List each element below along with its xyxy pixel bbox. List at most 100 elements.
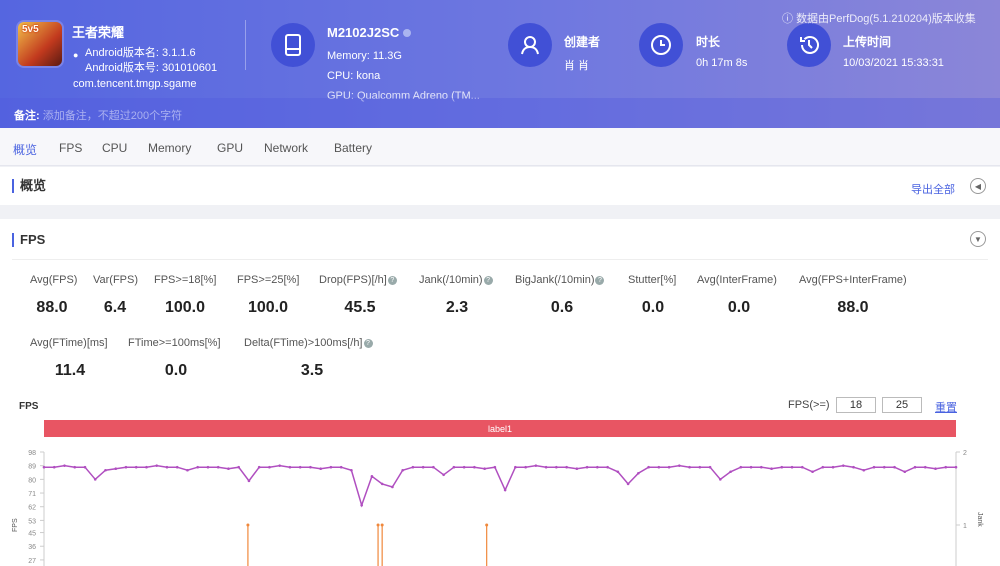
- fps-point: [719, 478, 722, 481]
- y-tick-label: 53: [28, 518, 36, 525]
- clock-icon: [639, 23, 683, 67]
- fps-point: [237, 465, 240, 469]
- creator-name: 肖 肖: [564, 60, 590, 72]
- fps-point: [63, 464, 66, 467]
- tab-cpu[interactable]: CPU: [102, 141, 127, 155]
- info-icon[interactable]: [402, 29, 411, 37]
- y-tick-label: 89: [28, 464, 36, 471]
- fps-point: [462, 465, 466, 469]
- fps-point: [124, 465, 128, 469]
- tab-memory[interactable]: Memory: [148, 141, 191, 155]
- metric-label: Stutter[%]: [628, 274, 677, 286]
- metric-value: 3.5: [300, 362, 324, 379]
- overview-panel: 概览 导出全部 ◀: [0, 167, 1000, 205]
- fps-point: [575, 467, 579, 471]
- fps-point: [288, 465, 292, 469]
- metric-label: Jank(/10min)?: [419, 274, 493, 286]
- jank-point: [485, 523, 489, 527]
- upload-time: 10/03/2021 15:33:31: [843, 57, 944, 69]
- fps-point: [206, 465, 210, 469]
- fps-point: [903, 470, 907, 474]
- metric-label: Drop(FPS)[/h]?: [319, 274, 397, 286]
- fps-point: [831, 465, 835, 469]
- metric-label: Avg(FTime)[ms]: [30, 337, 108, 349]
- fps-point: [637, 471, 640, 475]
- tab-fps[interactable]: FPS: [59, 141, 82, 155]
- fps-point: [688, 465, 691, 469]
- fps-point: [503, 488, 507, 492]
- metric-value: 11.4: [54, 362, 86, 379]
- metric-value: 0.0: [641, 299, 665, 316]
- fps-point: [841, 464, 845, 467]
- fps-point: [278, 464, 281, 467]
- fps-point: [852, 465, 855, 469]
- divider: [12, 259, 988, 260]
- fps-point: [534, 464, 538, 467]
- tab-battery[interactable]: Battery: [334, 141, 372, 155]
- threshold-18-input[interactable]: 18: [836, 397, 876, 413]
- metric-label: BigJank(/10min)?: [515, 274, 605, 286]
- app-icon: 5v5: [16, 20, 64, 68]
- threshold-label: FPS(>=): [788, 399, 830, 411]
- metric-value: 0.0: [727, 299, 751, 316]
- fps-point: [800, 465, 804, 469]
- metric-label: FPS>=25[%]: [237, 274, 300, 286]
- tab-network[interactable]: Network: [264, 141, 308, 155]
- fps-point: [145, 465, 148, 469]
- fps-point: [196, 465, 200, 469]
- threshold-25-input[interactable]: 25: [882, 397, 922, 413]
- package-name: com.tencent.tmgp.sgame: [73, 78, 197, 90]
- help-icon[interactable]: ?: [483, 275, 493, 285]
- fps-point: [524, 465, 527, 469]
- android-icon: ●: [73, 50, 79, 60]
- help-icon[interactable]: ?: [595, 275, 605, 285]
- fps-point: [93, 478, 97, 481]
- help-icon[interactable]: ?: [387, 275, 397, 285]
- fps-point: [698, 465, 702, 469]
- fps-point: [811, 470, 814, 474]
- fps-point: [452, 465, 456, 469]
- fps-point: [391, 485, 394, 489]
- fps-point: [893, 465, 896, 469]
- fps-point: [411, 465, 415, 469]
- fps-point: [339, 465, 343, 469]
- fps-chart: label1 98 89 80 71 62 53 45 36 27 2 1 FPS Jank: [12, 420, 983, 566]
- reset-link[interactable]: 重置: [935, 399, 957, 415]
- tab-overview[interactable]: 概览: [13, 141, 37, 158]
- remark-input[interactable]: 添加备注，不超过200个字符: [43, 110, 182, 122]
- tab-bar: 概览 FPS CPU Memory GPU Network Battery: [0, 128, 1000, 166]
- fps-point: [483, 467, 486, 471]
- app-icon-logo-text: 5v5: [22, 24, 39, 35]
- device-model: M2102J2SC: [327, 25, 411, 40]
- version-name: Android版本名: 3.1.1.6: [85, 47, 196, 59]
- device-cpu: CPU: kona: [327, 70, 381, 82]
- fps-point: [227, 467, 230, 471]
- metric-value: 100.0: [164, 299, 206, 316]
- version-code: Android版本号: 301010601: [85, 62, 218, 74]
- fps-point: [544, 465, 548, 469]
- fps-point: [760, 465, 763, 469]
- collapse-left-icon[interactable]: ◀: [970, 178, 986, 194]
- fps-point: [934, 467, 937, 471]
- fps-point: [186, 468, 189, 472]
- jank-point: [376, 523, 380, 527]
- fps-point: [555, 465, 558, 469]
- fps-point: [155, 464, 159, 467]
- duration-label: 时长: [696, 35, 721, 49]
- collapse-down-icon[interactable]: ▼: [970, 231, 986, 247]
- tab-gpu[interactable]: GPU: [217, 141, 243, 155]
- metric-label: Var(FPS): [93, 274, 139, 286]
- help-icon[interactable]: ?: [363, 338, 373, 348]
- remark-field[interactable]: 备注: 添加备注，不超过200个字符: [0, 98, 1000, 128]
- export-all-link[interactable]: 导出全部: [911, 181, 955, 197]
- fps-point: [257, 465, 261, 469]
- fps-point: [678, 464, 681, 467]
- divider: [245, 20, 246, 70]
- fps-point: [104, 468, 107, 472]
- fps-point: [657, 465, 661, 469]
- user-icon: [508, 23, 552, 67]
- fps-point: [565, 465, 568, 469]
- metric-label: Avg(FPS+InterFrame): [799, 274, 907, 286]
- jank-point: [246, 523, 250, 527]
- fps-point: [596, 465, 599, 469]
